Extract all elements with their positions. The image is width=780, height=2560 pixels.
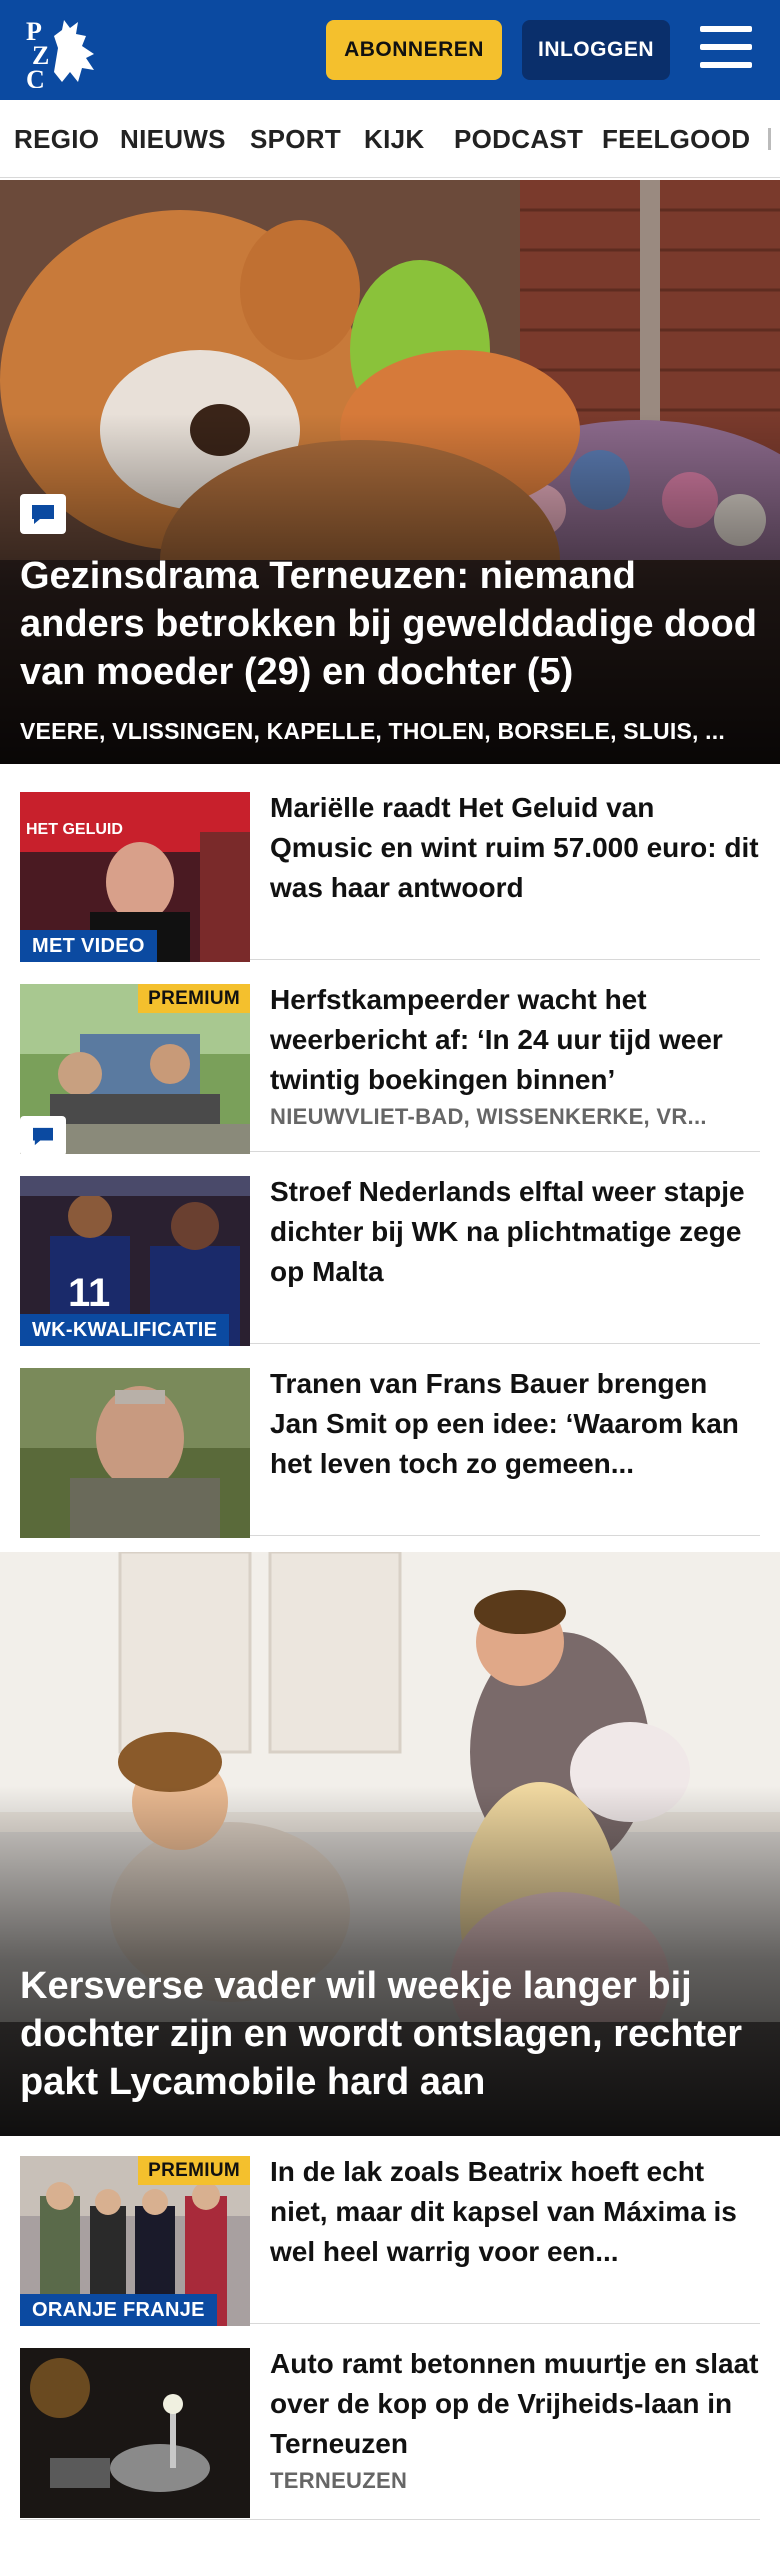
premium-badge: PREMIUM [138, 2156, 250, 2185]
hero-headline[interactable]: Gezinsdrama Terneuzen: niemand anders be… [20, 552, 760, 696]
article-item[interactable]: 11 WK-KWALIFICATIE Stroef Nederlands elf… [20, 1168, 760, 1346]
article-thumbnail: HET GELUID MET VIDEO [20, 792, 250, 962]
article-headline[interactable]: Auto ramt betonnen muurtje en slaat over… [270, 2344, 760, 2464]
article-headline[interactable]: Herfstkampeerder wacht het weerbericht a… [270, 980, 760, 1100]
article-item[interactable]: PREMIUM ORANJE FRANJE In de lak zoals Be… [20, 2148, 760, 2326]
article-tag: MET VIDEO [20, 930, 157, 962]
article-item[interactable]: Auto ramt betonnen muurtje en slaat over… [20, 2340, 760, 2520]
article-thumbnail: 11 WK-KWALIFICATIE [20, 1176, 250, 1346]
article-locations: TERNEUZEN [270, 2468, 408, 2493]
nav-overflow-indicator [768, 128, 771, 150]
top-bar: P Z C ABONNEREN INLOGGEN [0, 0, 780, 100]
hero-locations: VEERE, VLISSINGEN, KAPELLE, THOLEN, BORS… [20, 718, 725, 744]
login-button[interactable]: INLOGGEN [522, 20, 670, 80]
article-headline[interactable]: Stroef Nederlands elftal weer stapje dic… [270, 1172, 760, 1292]
nav-item-regio[interactable]: REGIO [14, 124, 99, 155]
article-headline[interactable]: In de lak zoals Beatrix hoeft echt niet,… [270, 2152, 760, 2272]
article-thumbnail [20, 1368, 250, 1538]
article-thumbnail: PREMIUM ORANJE FRANJE [20, 2156, 250, 2326]
pzc-logo[interactable]: P Z C [24, 12, 116, 94]
article-thumbnail: PREMIUM [20, 984, 250, 1154]
article-tag: WK-KWALIFICATIE [20, 1314, 230, 1346]
hamburger-menu-icon[interactable] [700, 26, 752, 72]
nav-item-sport[interactable]: SPORT [250, 124, 341, 155]
article-item[interactable]: PREMIUM Herfstkampeerder wacht het weerb… [20, 976, 760, 1154]
svg-text:HET GELUID: HET GELUID [26, 821, 123, 838]
article-tag: ORANJE FRANJE [20, 2294, 217, 2326]
article-locations: NIEUWVLIET-BAD, WISSENKERKE, VR... [270, 1104, 707, 1129]
article-item[interactable]: Tranen van Frans Bauer brengen Jan Smit … [20, 1360, 760, 1538]
svg-text:C: C [26, 65, 45, 88]
nav-item-feelgood[interactable]: FEELGOOD [602, 124, 750, 155]
premium-badge: PREMIUM [138, 984, 250, 1013]
svg-text:11: 11 [68, 1271, 110, 1315]
nav-item-kijk[interactable]: KIJK [364, 124, 424, 155]
article-item[interactable]: HET GELUID MET VIDEO Mariëlle raadt Het … [20, 784, 760, 962]
subscribe-button[interactable]: ABONNEREN [326, 20, 502, 80]
article-headline[interactable]: Tranen van Frans Bauer brengen Jan Smit … [270, 1364, 760, 1484]
nav-item-nieuws[interactable]: NIEUWS [120, 124, 226, 155]
hero-headline[interactable]: Kersverse vader wil weekje langer bij do… [20, 1962, 760, 2106]
section-nav: REGIO NIEUWS SPORT KIJK PODCAST FEELGOOD [0, 100, 780, 178]
article-headline[interactable]: Mariëlle raadt Het Geluid van Qmusic en … [270, 788, 760, 908]
nav-item-podcast[interactable]: PODCAST [454, 124, 583, 155]
hero-article[interactable]: Gezinsdrama Terneuzen: niemand anders be… [0, 180, 780, 764]
comment-icon [20, 1116, 66, 1154]
hero-article[interactable]: Kersverse vader wil weekje langer bij do… [0, 1552, 780, 2136]
article-thumbnail [20, 2348, 250, 2518]
comment-icon [20, 494, 66, 534]
